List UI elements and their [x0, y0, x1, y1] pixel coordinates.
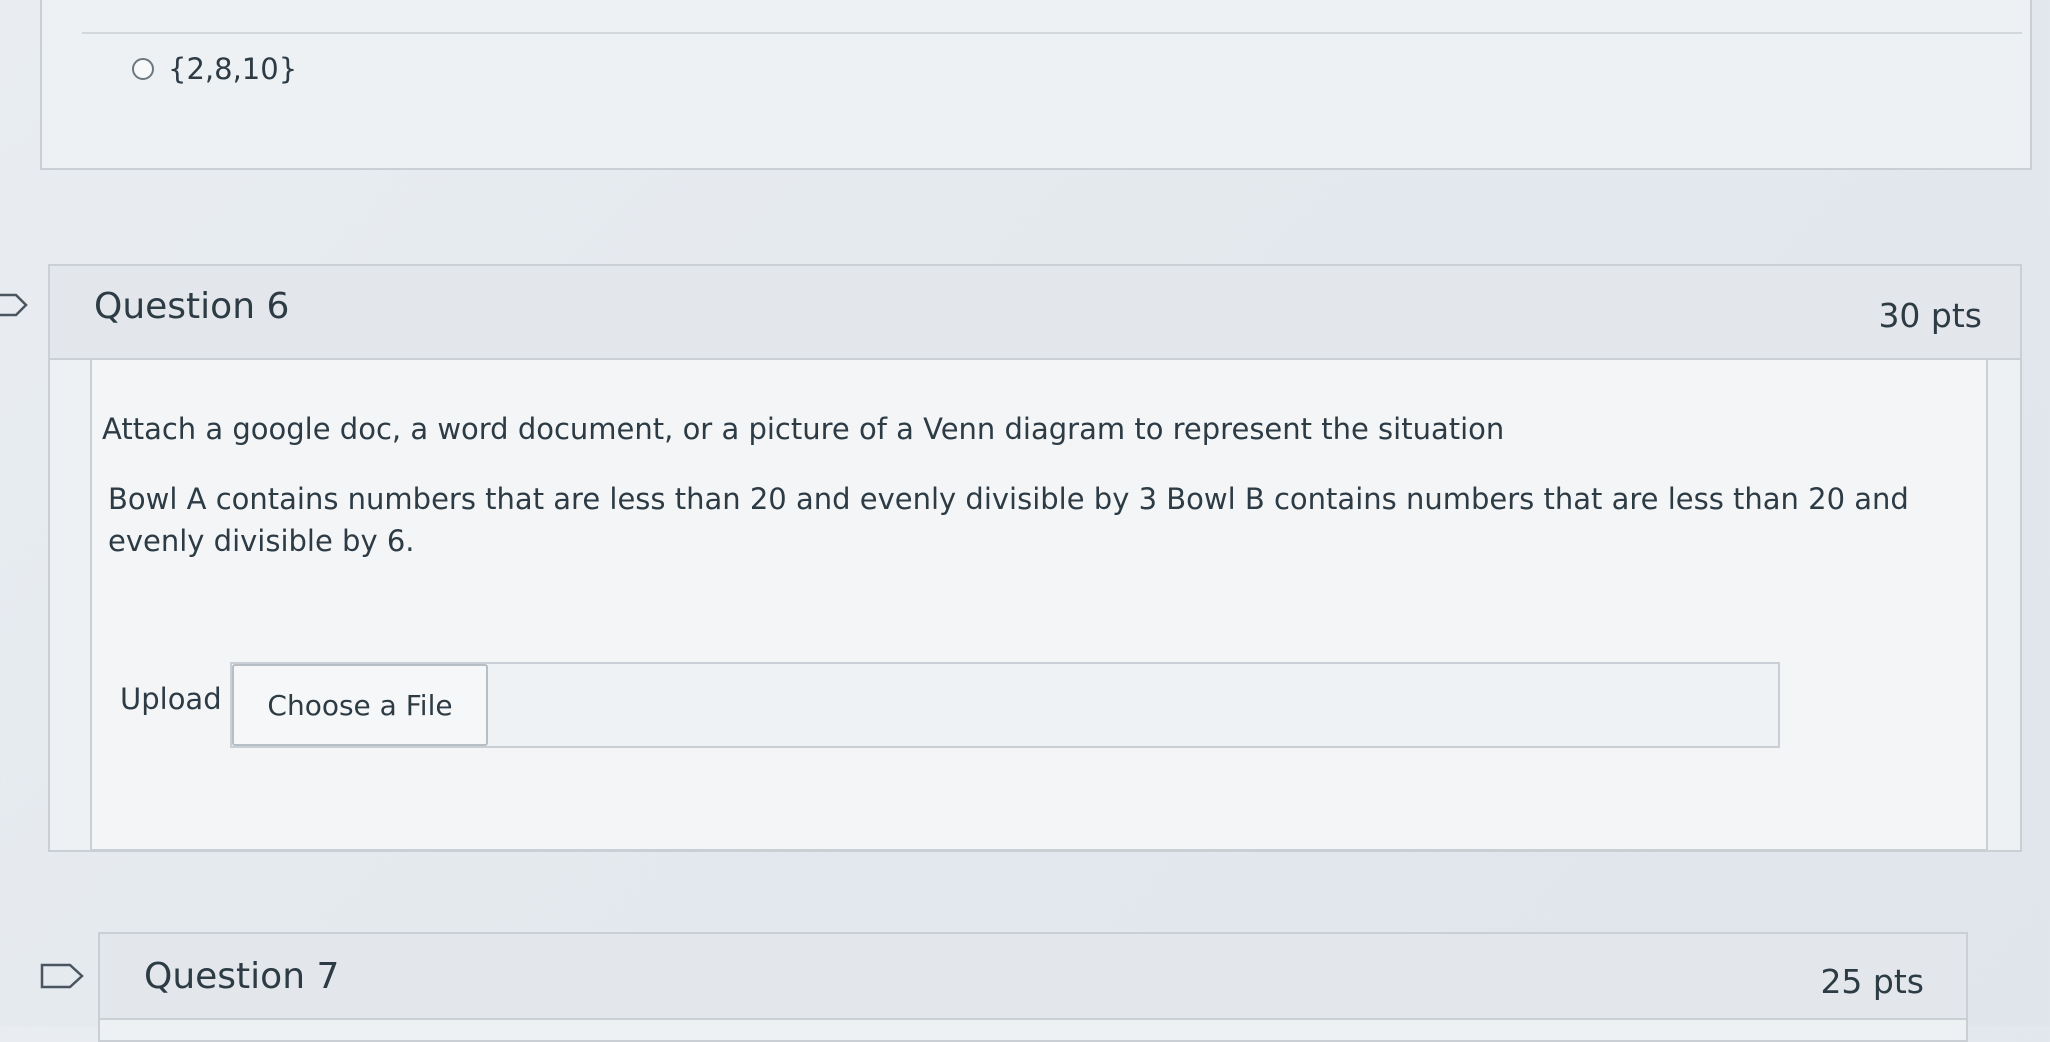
flag-question-7-icon[interactable]	[40, 962, 84, 989]
upload-label: Upload	[120, 682, 222, 716]
question-6-header: Question 6 30 pts	[50, 266, 2020, 360]
flag-question-6-icon[interactable]	[0, 292, 30, 317]
question-6-body: Attach a google doc, a word document, or…	[90, 360, 1988, 851]
question-7-header: Question 7 25 pts	[100, 934, 1966, 1020]
previous-question-card: {2,8,10}	[40, 0, 2032, 170]
radio-button[interactable]	[132, 58, 154, 80]
question-7-title: Question 7	[144, 956, 340, 997]
question-7-points: 25 pts	[1820, 962, 1924, 1001]
question-6-prompt: Attach a google doc, a word document, or…	[102, 412, 1505, 446]
choose-file-button[interactable]: Choose a File	[232, 664, 488, 746]
divider	[82, 32, 2022, 34]
question-6-card: Question 6 30 pts Attach a google doc, a…	[48, 264, 2022, 852]
answer-option-label: {2,8,10}	[168, 52, 298, 86]
answer-option[interactable]: {2,8,10}	[132, 52, 297, 86]
question-6-points: 30 pts	[1878, 296, 1982, 335]
question-6-scenario: Bowl A contains numbers that are less th…	[108, 482, 1909, 558]
question-6-title: Question 6	[94, 286, 290, 327]
upload-field[interactable]: Choose a File	[230, 662, 1780, 748]
